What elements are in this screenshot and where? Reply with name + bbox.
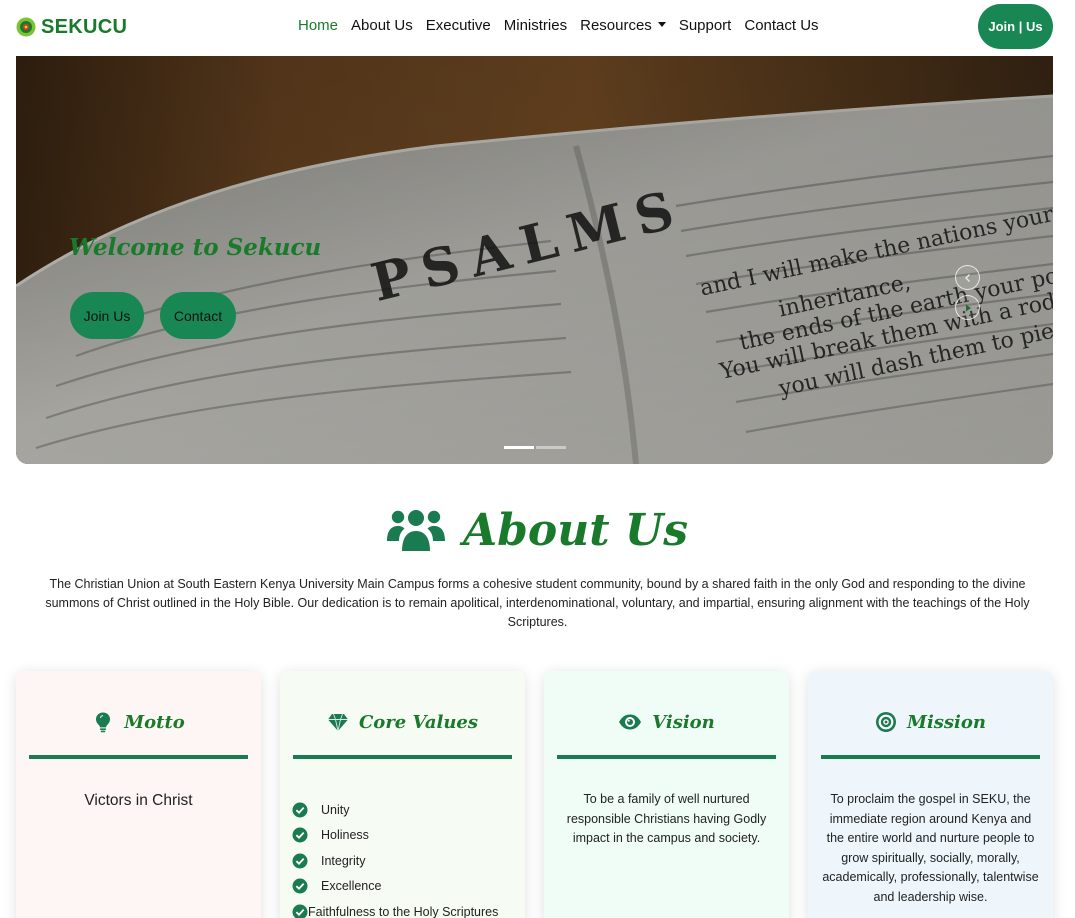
gem-icon [327,713,348,732]
carousel-indicators [504,446,566,449]
users-icon [386,510,445,551]
nav-contact-us[interactable]: Contact Us [744,17,818,34]
motto-divider [29,755,248,759]
core-values-divider [293,755,512,759]
play-icon [965,304,971,311]
logo-icon [16,17,36,37]
hero-join-us-button[interactable]: Join Us [70,292,144,339]
core-values-list: Unity Holiness Integrity Excellence Fait… [292,797,498,918]
about-description: The Christian Union at South Eastern Ken… [45,577,1030,629]
brand-name: SEKUCU [41,15,128,38]
core-value-label: Holiness [321,828,369,843]
about-title: About Us [462,504,689,556]
core-values-card: Core Values Unity Holiness Integrity Exc… [280,671,525,918]
vision-card-header: Vision [544,709,789,735]
nav-ministries[interactable]: Ministries [504,17,567,34]
vision-card: Vision To be a family of well nurtured r… [544,671,789,918]
about-header: About Us [0,500,1075,560]
check-circle-icon [292,904,308,918]
lightbulb-icon [96,712,111,733]
nav-resources-dropdown[interactable]: Resources [580,17,666,34]
list-item: Integrity [292,848,498,874]
core-values-card-header: Core Values [280,709,525,735]
list-item: Unity [292,797,498,823]
core-values-title: Core Values [358,711,479,733]
carousel-indicator-2[interactable] [536,446,566,449]
nav-support[interactable]: Support [679,17,732,34]
mission-card: Mission To proclaim the gospel in SEKU, … [808,671,1053,918]
nav-executive[interactable]: Executive [426,17,491,34]
mission-divider [821,755,1040,759]
vision-divider [557,755,776,759]
list-item: Excellence [292,874,498,900]
list-item: Holiness [292,823,498,849]
check-circle-icon [292,878,308,894]
mission-card-header: Mission [808,709,1053,735]
eye-icon [619,714,642,730]
target-icon [876,712,897,732]
core-value-label: Integrity [321,853,366,868]
motto-title: Motto [124,711,185,733]
core-value-label: Excellence [321,879,382,894]
core-value-label: Unity [321,802,350,817]
motto-card: Motto Victors in Christ [16,671,261,918]
hero-contact-button[interactable]: Contact [160,292,236,339]
hero-carousel: PSALMS and I will make the nations your … [16,56,1053,464]
list-item: Faithfulness to the Holy Scriptures [292,899,498,918]
caret-down-icon [657,21,666,27]
hero-title: Welcome to Sekucu [69,234,322,261]
nav-links: Home About Us Executive Ministries Resou… [298,17,832,34]
nav-home[interactable]: Home [298,17,338,34]
motto-text: Victors in Christ [84,792,193,809]
check-circle-icon [292,802,308,818]
navbar: SEKUCU Home About Us Executive Ministrie… [0,0,1075,54]
carousel-next-button[interactable] [955,295,980,320]
nav-about-us[interactable]: About Us [351,17,413,34]
brand-link[interactable]: SEKUCU [16,14,127,40]
carousel-indicator-1[interactable] [504,446,534,449]
check-circle-icon [292,853,308,869]
join-us-button[interactable]: Join | Us [978,4,1053,49]
check-circle-icon [292,827,308,843]
nav-resources-label: Resources [580,17,652,34]
carousel-prev-button[interactable] [955,265,980,290]
chevron-left-icon [964,273,970,282]
vision-text: To be a family of well nurtured responsi… [566,792,767,845]
mission-text: To proclaim the gospel in SEKU, the imme… [822,792,1039,904]
mission-title: Mission [907,711,986,733]
core-value-label: Faithfulness to the Holy Scriptures [308,904,499,918]
motto-card-header: Motto [16,709,261,735]
vision-title: Vision [652,711,715,733]
